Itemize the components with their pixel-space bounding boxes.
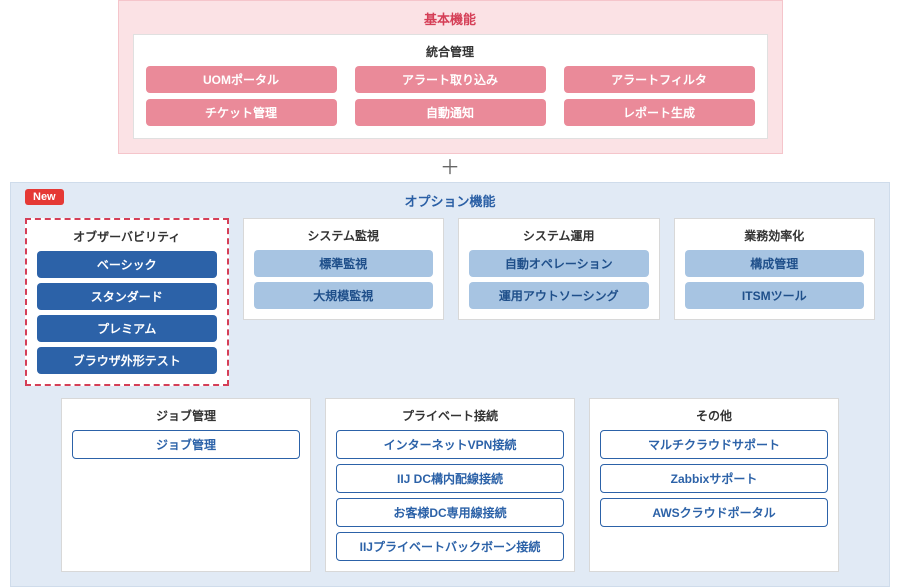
pill-list: ジョブ管理 (72, 430, 300, 459)
option-row-top: オブザーバビリティ ベーシック スタンダード プレミアム ブラウザ外形テスト シ… (25, 218, 875, 386)
option-features-title: オプション機能 (25, 191, 875, 210)
new-badge: New (25, 189, 64, 205)
feature-pill: 自動通知 (355, 99, 546, 126)
card-title: システム運用 (469, 227, 649, 244)
feature-pill: UOMポータル (146, 66, 337, 93)
pill-list: 標準監視 大規模監視 (254, 250, 434, 309)
option-features-panel: New オプション機能 オブザーバビリティ ベーシック スタンダード プレミアム… (10, 182, 890, 587)
option-pill: マルチクラウドサポート (600, 430, 828, 459)
option-pill: ブラウザ外形テスト (37, 347, 217, 374)
option-pill: Zabbixサポート (600, 464, 828, 493)
card-title: 業務効率化 (685, 227, 865, 244)
option-pill: お客様DC専用線接続 (336, 498, 564, 527)
others-card: その他 マルチクラウドサポート Zabbixサポート AWSクラウドポータル (589, 398, 839, 572)
option-pill: IIJプライベートバックボーン接続 (336, 532, 564, 561)
pill-list: インターネットVPN接続 IIJ DC構内配線接続 お客様DC専用線接続 IIJ… (336, 430, 564, 561)
job-management-card: ジョブ管理 ジョブ管理 (61, 398, 311, 572)
observability-card: オブザーバビリティ ベーシック スタンダード プレミアム ブラウザ外形テスト (25, 218, 229, 386)
feature-pill: チケット管理 (146, 99, 337, 126)
basic-row-2: チケット管理 自動通知 レポート生成 (146, 99, 755, 126)
basic-row-1: UOMポータル アラート取り込み アラートフィルタ (146, 66, 755, 93)
option-pill: ベーシック (37, 251, 217, 278)
option-pill: 大規模監視 (254, 282, 434, 309)
option-pill: 構成管理 (685, 250, 865, 277)
private-connection-card: プライベート接続 インターネットVPN接続 IIJ DC構内配線接続 お客様DC… (325, 398, 575, 572)
option-pill: インターネットVPN接続 (336, 430, 564, 459)
option-pill: AWSクラウドポータル (600, 498, 828, 527)
option-pill: スタンダード (37, 283, 217, 310)
feature-pill: レポート生成 (564, 99, 755, 126)
pill-list: ベーシック スタンダード プレミアム ブラウザ外形テスト (37, 251, 217, 374)
option-row-bottom: ジョブ管理 ジョブ管理 プライベート接続 インターネットVPN接続 IIJ DC… (25, 398, 875, 572)
pill-list: 自動オペレーション 運用アウトソーシング (469, 250, 649, 309)
card-title: プライベート接続 (336, 407, 564, 424)
plus-separator: ＋ (0, 158, 900, 178)
option-pill: 標準監視 (254, 250, 434, 277)
option-pill: 自動オペレーション (469, 250, 649, 277)
basic-features-title: 基本機能 (133, 9, 768, 28)
option-pill: 運用アウトソーシング (469, 282, 649, 309)
card-title: システム監視 (254, 227, 434, 244)
pill-list: 構成管理 ITSMツール (685, 250, 865, 309)
option-pill: ITSMツール (685, 282, 865, 309)
option-pill: IIJ DC構内配線接続 (336, 464, 564, 493)
feature-pill: アラートフィルタ (564, 66, 755, 93)
business-efficiency-card: 業務効率化 構成管理 ITSMツール (674, 218, 876, 320)
pill-list: マルチクラウドサポート Zabbixサポート AWSクラウドポータル (600, 430, 828, 527)
feature-pill: アラート取り込み (355, 66, 546, 93)
option-pill: プレミアム (37, 315, 217, 342)
option-pill: ジョブ管理 (72, 430, 300, 459)
integrated-management-title: 統合管理 (146, 43, 755, 60)
card-title: ジョブ管理 (72, 407, 300, 424)
card-title: オブザーバビリティ (37, 228, 217, 245)
integrated-management-box: 統合管理 UOMポータル アラート取り込み アラートフィルタ チケット管理 自動… (133, 34, 768, 139)
card-title: その他 (600, 407, 828, 424)
basic-features-panel: 基本機能 統合管理 UOMポータル アラート取り込み アラートフィルタ チケット… (118, 0, 783, 154)
system-operation-card: システム運用 自動オペレーション 運用アウトソーシング (458, 218, 660, 320)
system-monitoring-card: システム監視 標準監視 大規模監視 (243, 218, 445, 320)
